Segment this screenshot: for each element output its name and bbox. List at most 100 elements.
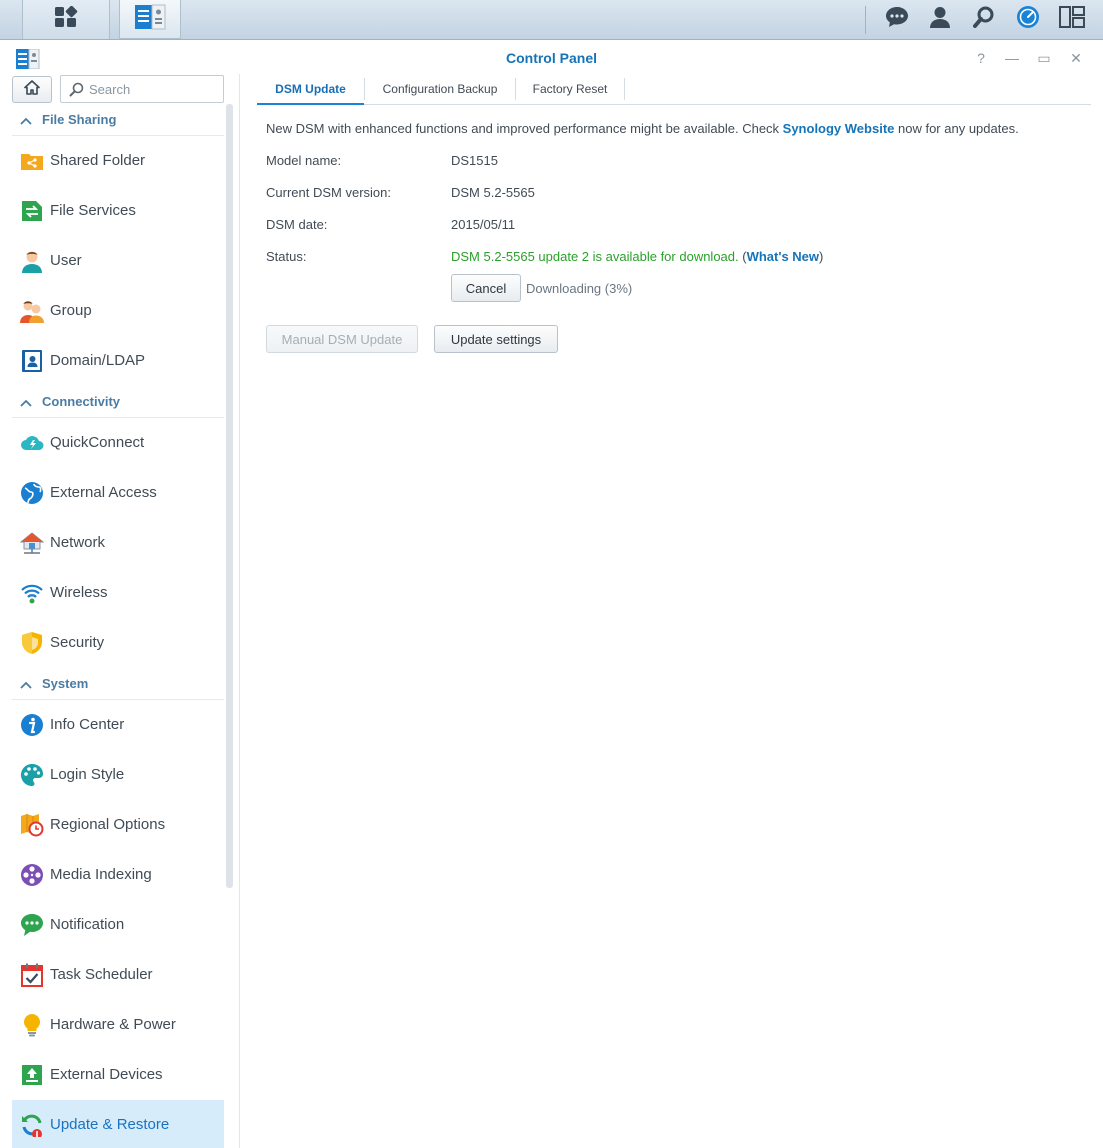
search-box[interactable] — [60, 75, 224, 103]
dashboard-button[interactable] — [1008, 0, 1048, 39]
synology-website-link[interactable]: Synology Website — [783, 121, 895, 136]
download-progress-text: Downloading (3%) — [526, 281, 633, 296]
window-title: Control Panel — [505, 50, 597, 66]
speech-bubble-icon — [20, 913, 44, 937]
section-connectivity[interactable]: Connectivity — [12, 386, 224, 418]
home-icon — [24, 79, 40, 100]
sidebar-item-quickconnect[interactable]: QuickConnect — [12, 418, 224, 468]
sidebar-item-shared-folder[interactable]: Shared Folder — [12, 136, 224, 186]
grid-icon — [54, 5, 78, 33]
sidebar-item-label: External Access — [50, 484, 157, 501]
cancel-download-button[interactable]: Cancel — [451, 274, 521, 302]
chevron-up-icon — [20, 677, 32, 695]
sidebar-item-info-center[interactable]: Info Center — [12, 700, 224, 750]
main-menu-button[interactable] — [22, 0, 110, 39]
user-menu-button[interactable] — [920, 0, 960, 39]
domain-ldap-icon — [20, 349, 44, 373]
sidebar-list: File Sharing Shared Folder File Services… — [12, 104, 224, 1148]
sidebar-item-user[interactable]: User — [12, 236, 224, 286]
sidebar-item-wireless[interactable]: Wireless — [12, 568, 224, 618]
info-icon — [20, 713, 44, 737]
sidebar-item-label: Hardware & Power — [50, 1016, 176, 1033]
shared-folder-icon — [20, 149, 44, 173]
status-paren-close: ) — [819, 249, 824, 264]
update-settings-button[interactable]: Update settings — [434, 325, 558, 353]
status-label: Status: — [266, 249, 307, 264]
lightbulb-icon — [20, 1013, 44, 1037]
tab-configuration-backup[interactable]: Configuration Backup — [365, 74, 515, 104]
close-icon: ✕ — [1070, 49, 1082, 66]
sidebar-item-task-scheduler[interactable]: Task Scheduler — [12, 950, 224, 1000]
tab-factory-reset[interactable]: Factory Reset — [516, 74, 624, 104]
sidebar-item-hardware-power[interactable]: Hardware & Power — [12, 1000, 224, 1050]
shield-icon — [20, 631, 44, 655]
sidebar-item-update-restore[interactable]: Update & Restore — [12, 1100, 224, 1148]
intro-text: New DSM with enhanced functions and impr… — [266, 121, 1019, 136]
quickconnect-icon — [20, 431, 44, 455]
sidebar-item-login-style[interactable]: Login Style — [12, 750, 224, 800]
user-icon — [929, 6, 951, 33]
help-icon: ? — [977, 50, 985, 66]
chevron-up-icon — [20, 113, 32, 131]
help-button[interactable]: ? — [971, 48, 991, 68]
whats-new-link[interactable]: What's New — [747, 249, 819, 264]
intro-text-after: now for any updates. — [894, 121, 1019, 136]
sidebar-item-domain-ldap[interactable]: Domain/LDAP — [12, 336, 224, 386]
window-titlebar[interactable]: Control Panel ? — ▭ ✕ — [0, 41, 1103, 74]
manual-dsm-update-button[interactable]: Manual DSM Update — [266, 325, 418, 353]
taskbar-control-panel-button[interactable] — [119, 0, 181, 39]
home-button[interactable] — [12, 76, 52, 103]
sidebar-item-regional-options[interactable]: Regional Options — [12, 800, 224, 850]
sidebar-item-group[interactable]: Group — [12, 286, 224, 336]
map-clock-icon — [20, 813, 44, 837]
sidebar-item-security[interactable]: Security — [12, 618, 224, 668]
search-button[interactable] — [964, 0, 1004, 39]
main-content: DSM Update Configuration Backup Factory … — [241, 74, 1103, 1148]
section-label: System — [42, 676, 89, 691]
sidebar-item-label: Notification — [50, 916, 125, 933]
section-label: File Sharing — [42, 112, 117, 127]
sidebar-item-notification[interactable]: Notification — [12, 900, 224, 950]
dashboard-icon — [1016, 5, 1040, 34]
network-house-icon — [19, 531, 45, 555]
sidebar-item-label: Regional Options — [50, 816, 166, 833]
chat-button[interactable] — [877, 0, 917, 39]
close-button[interactable]: ✕ — [1066, 48, 1086, 68]
palette-icon — [20, 763, 44, 787]
widgets-icon — [1059, 6, 1085, 33]
minimize-icon: — — [1005, 50, 1019, 66]
film-reel-icon — [20, 863, 44, 887]
status-paren-open: ( — [738, 249, 747, 264]
sidebar-item-external-devices[interactable]: External Devices — [12, 1050, 224, 1100]
sidebar-item-label: Domain/LDAP — [50, 352, 146, 369]
sidebar-item-label: QuickConnect — [50, 434, 145, 451]
widgets-button[interactable] — [1052, 0, 1092, 39]
sidebar-item-file-services[interactable]: File Services — [12, 186, 224, 236]
calendar-check-icon — [20, 963, 44, 987]
model-name-value: DS1515 — [451, 153, 498, 168]
dsm-version-label: Current DSM version: — [266, 185, 391, 200]
sidebar-item-label: File Services — [50, 202, 136, 219]
search-input[interactable] — [89, 80, 219, 98]
sidebar-item-label: Shared Folder — [50, 152, 146, 169]
tab-bar: DSM Update Configuration Backup Factory … — [257, 74, 1091, 105]
sidebar-item-network[interactable]: Network — [12, 518, 224, 568]
sidebar-item-label: Login Style — [50, 766, 125, 783]
sidebar-item-label: Media Indexing — [50, 866, 152, 883]
status-value: DSM 5.2-5565 update 2 is available for d… — [451, 249, 823, 264]
chevron-up-icon — [20, 395, 32, 413]
sidebar-item-label: Group — [50, 302, 92, 319]
section-system[interactable]: System — [12, 668, 224, 700]
sidebar-item-label: Task Scheduler — [50, 966, 153, 983]
minimize-button[interactable]: — — [1002, 48, 1022, 68]
section-file-sharing[interactable]: File Sharing — [12, 104, 224, 136]
sidebar-item-media-indexing[interactable]: Media Indexing — [12, 850, 224, 900]
globe-icon — [20, 481, 44, 505]
sidebar-scrollbar[interactable] — [226, 104, 233, 888]
tab-dsm-update[interactable]: DSM Update — [257, 74, 364, 105]
restore-button[interactable]: ▭ — [1034, 48, 1054, 68]
wifi-icon — [20, 581, 44, 605]
sidebar-item-external-access[interactable]: External Access — [12, 468, 224, 518]
dsm-date-label: DSM date: — [266, 217, 328, 232]
tab-divider — [624, 78, 625, 100]
